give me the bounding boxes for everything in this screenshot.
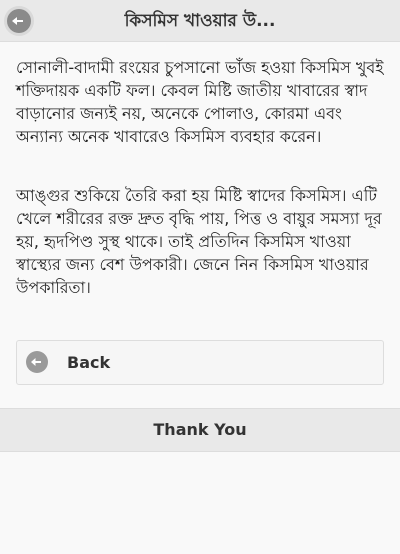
article-content: সোনালী-বাদামী রংয়ের চুপসানো ভাঁজ হওয়া … — [16, 56, 388, 299]
header-back-button[interactable] — [7, 9, 31, 33]
article-paragraph-1: সোনালী-বাদামী রংয়ের চুপসানো ভাঁজ হওয়া … — [16, 58, 384, 146]
footer-bar: Thank You — [0, 408, 400, 452]
article-paragraph-2: আঙ্গুর শুকিয়ে তৈরি করা হয় মিষ্টি স্বাদ… — [16, 186, 382, 297]
page-title: কিসমিস খাওয়ার উ... — [124, 11, 276, 31]
back-button[interactable]: Back — [16, 340, 384, 385]
footer-label: Thank You — [153, 420, 247, 439]
header-bar: কিসমিস খাওয়ার উ... — [0, 0, 400, 42]
arrow-left-circle-icon — [12, 17, 23, 25]
back-button-label: Back — [67, 353, 111, 372]
arrow-left-circle-icon — [26, 351, 48, 373]
